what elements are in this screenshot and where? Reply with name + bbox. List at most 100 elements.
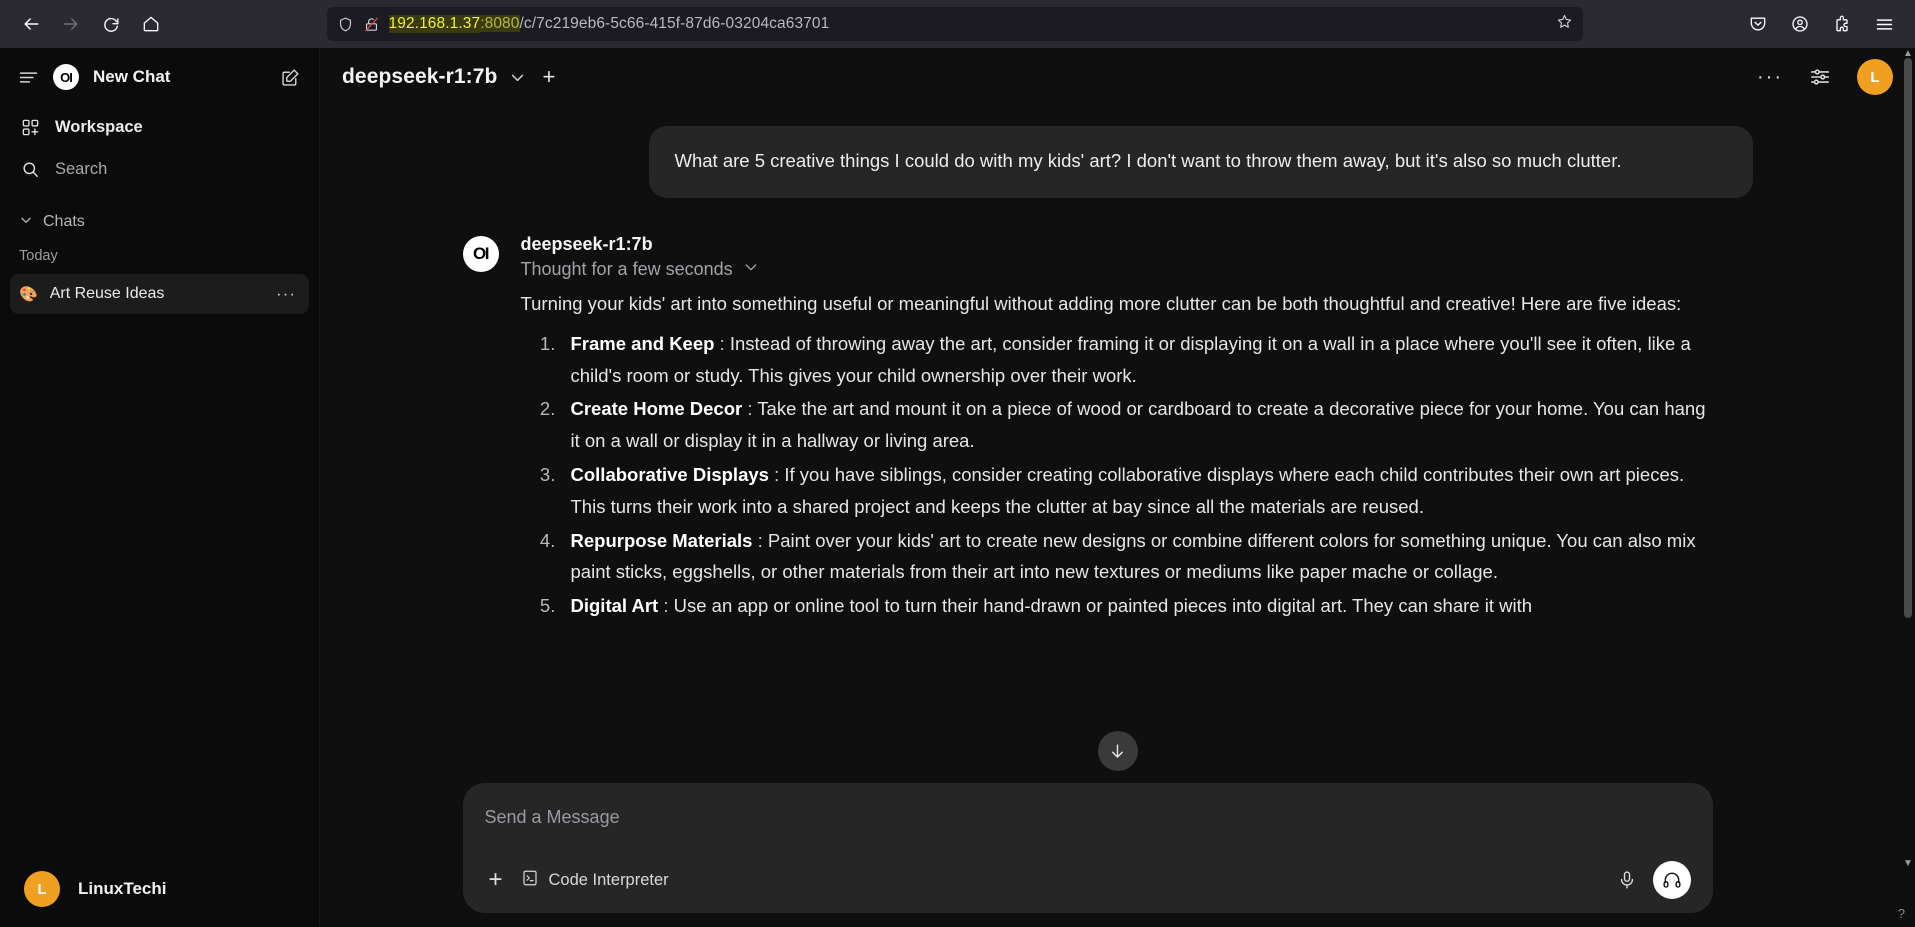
scroll-to-bottom-button[interactable] <box>1097 731 1138 771</box>
attach-button[interactable]: + <box>485 868 507 892</box>
chevron-down-icon <box>19 213 33 232</box>
sidebar-item-search-label: Search <box>55 159 108 178</box>
shield-icon[interactable] <box>337 16 354 33</box>
palette-icon: 🎨 <box>19 286 38 303</box>
idea-separator: : <box>768 464 785 486</box>
idea-body: Use an app or online tool to turn their … <box>673 595 1532 617</box>
thinking-summary-toggle[interactable]: Thought for a few seconds <box>521 259 1713 280</box>
assistant-message-body: deepseek-r1:7b Thought for a few seconds… <box>521 234 1713 624</box>
list-item: Repurpose Materials : Paint over your ki… <box>561 525 1713 589</box>
user-message: What are 5 creative things I could do wi… <box>648 126 1753 198</box>
sidebar: OI New Chat Workspace Search Chats Today <box>0 48 320 927</box>
reload-button[interactable] <box>92 5 130 43</box>
header-avatar[interactable]: L <box>1857 59 1893 95</box>
list-item: Collaborative Displays : If you have sib… <box>561 459 1713 523</box>
assistant-avatar: OI <box>462 235 499 272</box>
url-port: :8080 <box>480 15 520 32</box>
idea-title: Digital Art <box>570 595 659 617</box>
assistant-intro-paragraph: Turning your kids' art into something us… <box>520 292 1682 314</box>
main-panel: deepseek-r1:7b + ··· L What are 5 creati… <box>320 48 1915 927</box>
workspace-icon <box>19 118 41 137</box>
assistant-name: deepseek-r1:7b <box>520 233 653 254</box>
urlbar-container: 192.168.1.37:8080/c/7c219eb6-5c66-415f-8… <box>172 7 1737 41</box>
idea-separator: : <box>742 398 758 420</box>
sidebar-item-workspace[interactable]: Workspace <box>10 106 309 148</box>
code-interpreter-toggle[interactable]: Code Interpreter <box>521 869 669 892</box>
list-item: Create Home Decor : Take the art and mou… <box>561 393 1713 457</box>
insecure-connection-icon[interactable] <box>363 16 380 33</box>
scrollbar-thumb[interactable] <box>1904 58 1912 618</box>
terminal-icon <box>521 869 539 892</box>
scrollbar-up-arrow[interactable]: ▲ <box>1903 48 1913 59</box>
chat-group-label: Today <box>19 248 58 264</box>
bookmark-star-icon[interactable] <box>1556 13 1573 35</box>
chat-header-actions: ··· L <box>1757 59 1893 95</box>
message-composer[interactable]: Send a Message + Code Interpreter <box>462 783 1713 913</box>
app-menu-icon[interactable] <box>1865 5 1903 43</box>
conversation-content: What are 5 creative things I could do wi… <box>443 126 1753 624</box>
list-item[interactable]: 🎨 Art Reuse Ideas ··· <box>10 274 309 314</box>
sidebar-header: OI New Chat <box>10 48 309 106</box>
chat-item-menu-icon[interactable]: ··· <box>276 284 300 304</box>
code-interpreter-label: Code Interpreter <box>548 870 669 889</box>
chat-header: deepseek-r1:7b + ··· L <box>320 48 1915 106</box>
compose-icon[interactable] <box>280 67 301 88</box>
idea-separator: : <box>752 529 768 551</box>
openwebui-logo: OI <box>53 64 79 90</box>
search-input[interactable]: Send a Message <box>485 807 1691 828</box>
composer-inner: Send a Message + Code Interpreter <box>443 783 1733 913</box>
url-path: /c/7c219eb6-5c66-415f-87d6-03204ca63701 <box>519 15 830 32</box>
user-name: LinuxTechi <box>78 879 167 898</box>
toolbar-right-icons <box>1739 5 1903 43</box>
microphone-icon[interactable] <box>1617 870 1637 890</box>
idea-body: Instead of throwing away the art, consid… <box>570 332 1691 386</box>
chevron-down-icon <box>743 259 759 280</box>
add-model-button[interactable]: + <box>538 66 559 88</box>
account-icon[interactable] <box>1781 5 1819 43</box>
idea-title: Collaborative Displays <box>570 464 769 486</box>
model-selector-label[interactable]: deepseek-r1:7b <box>342 65 497 89</box>
composer-area: Send a Message + Code Interpreter <box>320 783 1915 927</box>
back-button[interactable] <box>12 5 50 43</box>
headphones-icon[interactable] <box>1652 861 1691 899</box>
chat-item-title: Art Reuse Ideas <box>49 285 165 302</box>
conversation-scroll-area[interactable]: What are 5 creative things I could do wi… <box>320 106 1915 783</box>
forward-button[interactable] <box>52 5 90 43</box>
sidebar-item-workspace-label: Workspace <box>55 117 143 136</box>
composer-toolbar: + Code Interpreter <box>485 861 1691 899</box>
scrollbar-down-arrow[interactable]: ▼ <box>1903 858 1913 869</box>
chats-section-toggle[interactable]: Chats <box>10 204 309 240</box>
url-text[interactable]: 192.168.1.37:8080/c/7c219eb6-5c66-415f-8… <box>388 15 1541 33</box>
avatar: L <box>24 871 60 907</box>
user-account-button[interactable]: L LinuxTechi <box>10 851 309 927</box>
idea-separator: : <box>658 595 674 617</box>
sidebar-item-search[interactable]: Search <box>10 148 309 190</box>
help-button[interactable]: ? <box>1898 906 1905 921</box>
idea-title: Frame and Keep <box>570 332 715 354</box>
sliders-icon[interactable] <box>1809 66 1831 88</box>
chats-section-label: Chats <box>43 213 85 230</box>
search-icon <box>19 160 41 179</box>
extensions-icon[interactable] <box>1823 5 1861 43</box>
chat-more-options-icon[interactable]: ··· <box>1757 66 1783 89</box>
openwebui-app: OI New Chat Workspace Search Chats Today <box>0 48 1915 927</box>
composer-right-actions <box>1617 861 1691 899</box>
list-item: Digital Art : Use an app or online tool … <box>561 590 1713 622</box>
page-scrollbar[interactable]: ▲ ▼ <box>1901 48 1915 927</box>
sidebar-toggle-icon[interactable] <box>18 67 39 88</box>
home-button[interactable] <box>132 5 170 43</box>
idea-separator: : <box>714 332 730 354</box>
new-chat-button[interactable]: New Chat <box>93 67 266 87</box>
chevron-down-icon[interactable] <box>509 69 526 86</box>
list-item: Frame and Keep : Instead of throwing awa… <box>561 328 1713 392</box>
address-bar[interactable]: 192.168.1.37:8080/c/7c219eb6-5c66-415f-8… <box>326 7 1583 41</box>
idea-title: Repurpose Materials <box>570 529 753 551</box>
pocket-icon[interactable] <box>1739 5 1777 43</box>
assistant-message: OI deepseek-r1:7b Thought for a few seco… <box>462 234 1713 624</box>
url-host: 192.168.1.37 <box>388 15 481 33</box>
browser-toolbar: 192.168.1.37:8080/c/7c219eb6-5c66-415f-8… <box>0 0 1915 48</box>
assistant-ideas-list: Frame and Keep : Instead of throwing awa… <box>521 328 1713 622</box>
idea-title: Create Home Decor <box>570 398 743 420</box>
thinking-summary-label: Thought for a few seconds <box>520 258 733 279</box>
